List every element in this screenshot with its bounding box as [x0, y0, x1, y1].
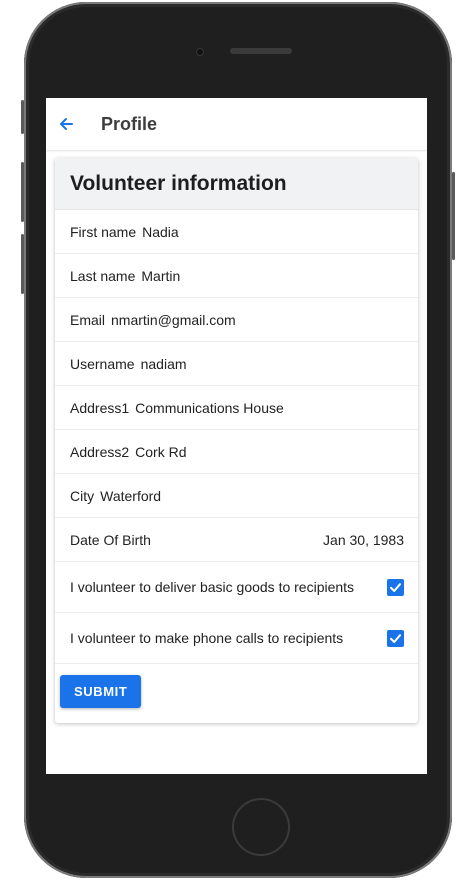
back-button[interactable]	[48, 98, 84, 150]
field-label: Username	[70, 355, 135, 372]
field-value: Nadia	[142, 223, 179, 240]
side-button-volume-down	[21, 234, 24, 294]
deliver-goods-checkbox[interactable]	[387, 578, 404, 596]
field-value: Martin	[141, 267, 181, 284]
field-label: Address2	[70, 443, 130, 460]
field-address1[interactable]: Address1 Communications House	[55, 386, 418, 430]
field-last-name[interactable]: Last name Martin	[55, 254, 418, 298]
checkbox-label: I volunteer to make phone calls to recip…	[70, 630, 344, 646]
camera-icon	[196, 48, 204, 56]
field-username[interactable]: Username nadiam	[55, 342, 418, 386]
field-email[interactable]: Email nmartin@gmail.com	[55, 298, 418, 342]
field-first-name[interactable]: First name Nadia	[55, 210, 418, 254]
home-button[interactable]	[232, 798, 290, 856]
side-button-volume-up	[21, 162, 24, 222]
checkmark-icon	[390, 633, 401, 643]
field-label: Last name	[70, 267, 136, 284]
field-value: Communications House	[135, 399, 284, 416]
app-screen: Profile Volunteer information First name…	[46, 98, 427, 774]
page-title: Profile	[101, 113, 158, 134]
field-value: Cork Rd	[135, 443, 187, 460]
app-bar: Profile	[46, 98, 427, 150]
volunteer-card: Volunteer information First name Nadia L…	[55, 158, 418, 723]
side-button-power	[452, 172, 455, 260]
field-label: Email	[70, 311, 106, 328]
field-city[interactable]: City Waterford	[55, 474, 418, 518]
checkmark-icon	[390, 582, 401, 592]
field-address2[interactable]: Address2 Cork Rd	[55, 430, 418, 474]
submit-button[interactable]: SUBMIT	[60, 675, 142, 708]
field-value: nadiam	[140, 355, 187, 372]
arrow-left-icon	[60, 118, 73, 130]
field-label: City	[70, 487, 95, 504]
field-value: nmartin@gmail.com	[111, 311, 236, 328]
field-label: First name	[70, 223, 137, 240]
card-title: Volunteer information	[55, 158, 418, 210]
field-date-of-birth[interactable]: Date Of Birth Jan 30, 1983	[55, 518, 418, 562]
speaker-grille	[230, 48, 292, 54]
date-value: Jan 30, 1983	[323, 531, 404, 548]
side-button-silent	[21, 100, 24, 134]
checkbox-row-phone-calls: I volunteer to make phone calls to recip…	[55, 613, 418, 664]
field-label: Date Of Birth	[70, 531, 151, 548]
phone-calls-checkbox[interactable]	[387, 629, 404, 647]
field-value: Waterford	[100, 487, 162, 504]
form-actions: SUBMIT	[55, 664, 418, 719]
field-label: Address1	[70, 399, 130, 416]
checkbox-label: I volunteer to deliver basic goods to re…	[70, 579, 355, 595]
checkbox-row-deliver-goods: I volunteer to deliver basic goods to re…	[55, 562, 418, 613]
